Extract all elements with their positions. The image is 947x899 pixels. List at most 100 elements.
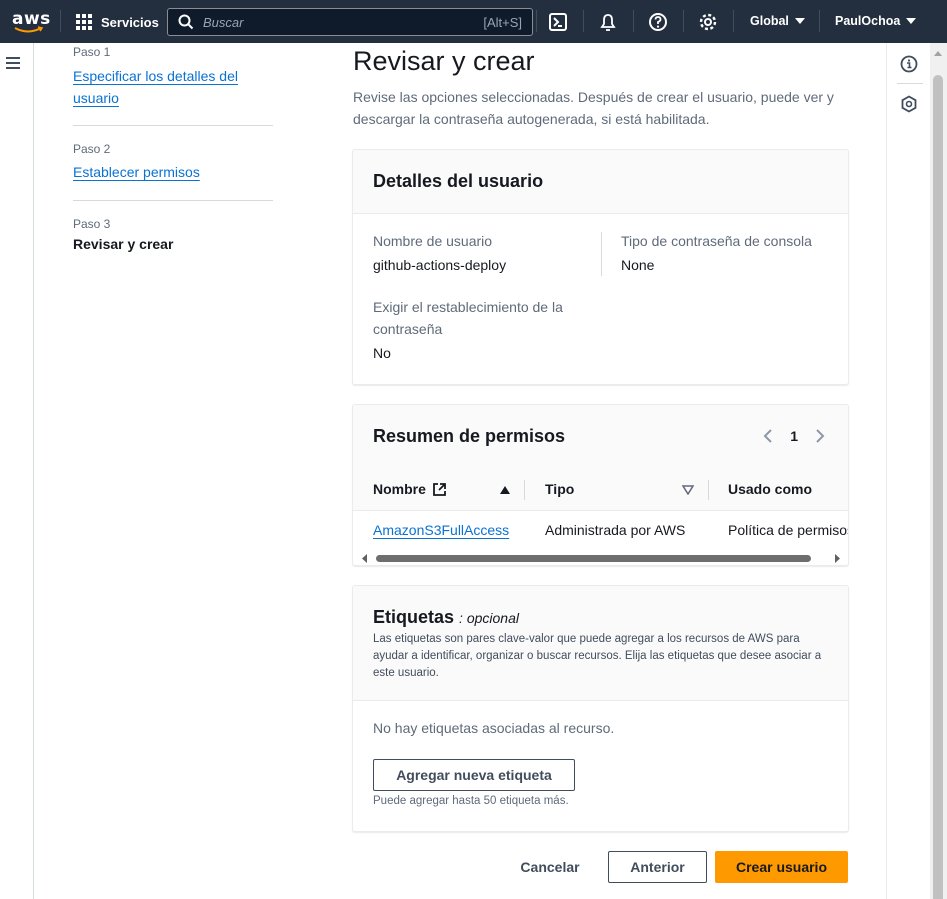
step-divider [73, 200, 273, 201]
scroll-up-arrow-icon[interactable] [934, 51, 942, 56]
services-label: Servicios [101, 14, 159, 30]
column-divider [708, 480, 709, 500]
hamburger-menu-icon[interactable] [6, 57, 20, 69]
card-header: Etiquetas : opcional Las etiquetas son p… [353, 586, 848, 701]
sort-ascending-icon[interactable] [499, 485, 511, 495]
aws-logo[interactable]: aws [12, 9, 50, 35]
password-reset-label-line2: contraseña [373, 321, 443, 337]
search-shortcut: [Alt+S] [483, 15, 522, 30]
user-label: PaulOchoa [835, 14, 901, 28]
cloudshell-icon[interactable] [548, 12, 568, 32]
card-title: Resumen de permisos [373, 426, 566, 446]
password-reset-label-line1: Exigir el restablecimiento de la [373, 299, 563, 315]
services-menu[interactable]: Servicios [76, 13, 159, 31]
tags-card: Etiquetas : opcional Las etiquetas son p… [353, 586, 848, 831]
top-navigation: aws Servicios Buscar [Alt+S] Global Paul… [0, 0, 947, 43]
nav-divider [60, 10, 61, 32]
page-description: Revise las opciones seleccionadas. Despu… [353, 89, 834, 127]
password-reset-value: No [373, 345, 391, 361]
rail-divider [897, 83, 923, 84]
current-step-label: Revisar y crear [73, 236, 174, 252]
horizontal-scrollbar[interactable] [361, 552, 843, 564]
column-divider [601, 232, 602, 276]
column-divider [524, 480, 525, 500]
card-header: Resumen de permisos 1 [353, 405, 848, 469]
aws-smile-icon [14, 26, 44, 33]
step-2-link-label[interactable]: Establecer permisos [73, 164, 200, 180]
nav-divider [733, 10, 734, 32]
nav-divider [583, 10, 584, 32]
nav-divider [683, 10, 684, 32]
column-header-name[interactable]: Nombre [373, 481, 447, 497]
tags-title-text: Etiquetas [373, 607, 455, 627]
vertical-scrollbar[interactable] [930, 43, 947, 899]
sort-icon[interactable] [682, 485, 694, 495]
search-icon [178, 14, 194, 30]
region-selector[interactable]: Global [750, 14, 805, 28]
scroll-left-arrow-icon[interactable] [361, 554, 369, 563]
chevron-right-icon[interactable] [814, 428, 826, 444]
create-user-button[interactable]: Crear usuario [715, 851, 848, 883]
step-2-link[interactable]: Establecer permisos [73, 161, 200, 183]
table-header: Nombre Tipo Usado como [353, 469, 848, 511]
step-number: Paso 3 [73, 217, 111, 231]
settings-icon[interactable] [698, 12, 718, 32]
username-value: github-actions-deploy [373, 257, 507, 273]
username-label: Nombre de usuario [373, 233, 493, 249]
external-link-icon [433, 482, 446, 496]
tags-empty-state: No hay etiquetas asociadas al recurso. [373, 720, 615, 736]
column-header-used-as[interactable]: Usado como [728, 481, 812, 497]
page-title: Revisar y crear [353, 46, 535, 76]
wizard-step-1: Paso 1 Especificar los detalles del usua… [73, 45, 238, 109]
policy-name-link[interactable]: AmazonS3FullAccess [373, 522, 509, 538]
step-1-link[interactable]: Especificar los detalles del usuario [73, 65, 238, 109]
card-header: Detalles del usuario [353, 150, 848, 214]
scrollbar-thumb[interactable] [376, 555, 811, 562]
caret-down-icon [906, 18, 917, 24]
scroll-right-arrow-icon[interactable] [833, 554, 841, 563]
right-tools-rail [886, 43, 930, 899]
tags-limit-hint: Puede agregar hasta 50 etiqueta más. [373, 795, 569, 807]
caret-down-icon [794, 18, 805, 24]
column-header-name-label: Nombre [373, 481, 426, 497]
search-input[interactable]: Buscar [Alt+S] [167, 8, 533, 36]
step-number: Paso 2 [73, 142, 111, 156]
policy-usage-cell: Política de permisos [728, 522, 848, 538]
card-title: Detalles del usuario [373, 171, 544, 191]
nav-divider [536, 10, 537, 32]
tags-title: Etiquetas : opcional [373, 607, 519, 627]
permissions-summary-card: Resumen de permisos 1 Nombre Tipo Usado … [353, 405, 848, 565]
grid-icon [76, 14, 92, 30]
previous-button[interactable]: Anterior [608, 851, 707, 883]
info-icon[interactable] [900, 55, 918, 73]
search-placeholder: Buscar [203, 15, 244, 30]
column-header-type[interactable]: Tipo [545, 481, 574, 497]
help-icon[interactable] [648, 12, 668, 32]
scrollbar-thumb[interactable] [933, 75, 943, 899]
region-label: Global [750, 14, 789, 28]
chevron-left-icon[interactable] [762, 428, 774, 444]
nav-divider [633, 10, 634, 32]
wizard-step-2: Paso 2 Establecer permisos [73, 142, 200, 183]
add-tag-button[interactable]: Agregar nueva etiqueta [373, 759, 575, 791]
password-reset-label: Exigir el restablecimiento de la contras… [373, 296, 563, 340]
step-number: Paso 1 [73, 45, 111, 59]
step-1-link-line1[interactable]: Especificar los detalles del [73, 68, 238, 84]
user-menu[interactable]: PaulOchoa [835, 14, 917, 28]
bell-icon[interactable] [598, 12, 618, 32]
step-divider [73, 125, 273, 126]
password-type-value: None [621, 257, 655, 273]
user-details-card: Detalles del usuario Nombre de usuario g… [353, 150, 848, 384]
password-type-label: Tipo de contraseña de consola [621, 233, 812, 249]
pagination: 1 [762, 428, 826, 444]
cancel-button[interactable]: Cancelar [506, 851, 594, 883]
wizard-step-3: Paso 3 Revisar y crear [73, 217, 173, 252]
left-rail-divider [33, 43, 34, 899]
hexagon-icon[interactable] [900, 95, 918, 113]
page-number[interactable]: 1 [790, 428, 798, 444]
tags-optional-label: opcional [466, 610, 519, 626]
nav-divider [819, 10, 820, 32]
policy-type-cell: Administrada por AWS [545, 522, 686, 538]
tags-description: Las etiquetas son pares clave-valor que … [373, 633, 822, 679]
step-1-link-line2[interactable]: usuario [73, 90, 119, 106]
